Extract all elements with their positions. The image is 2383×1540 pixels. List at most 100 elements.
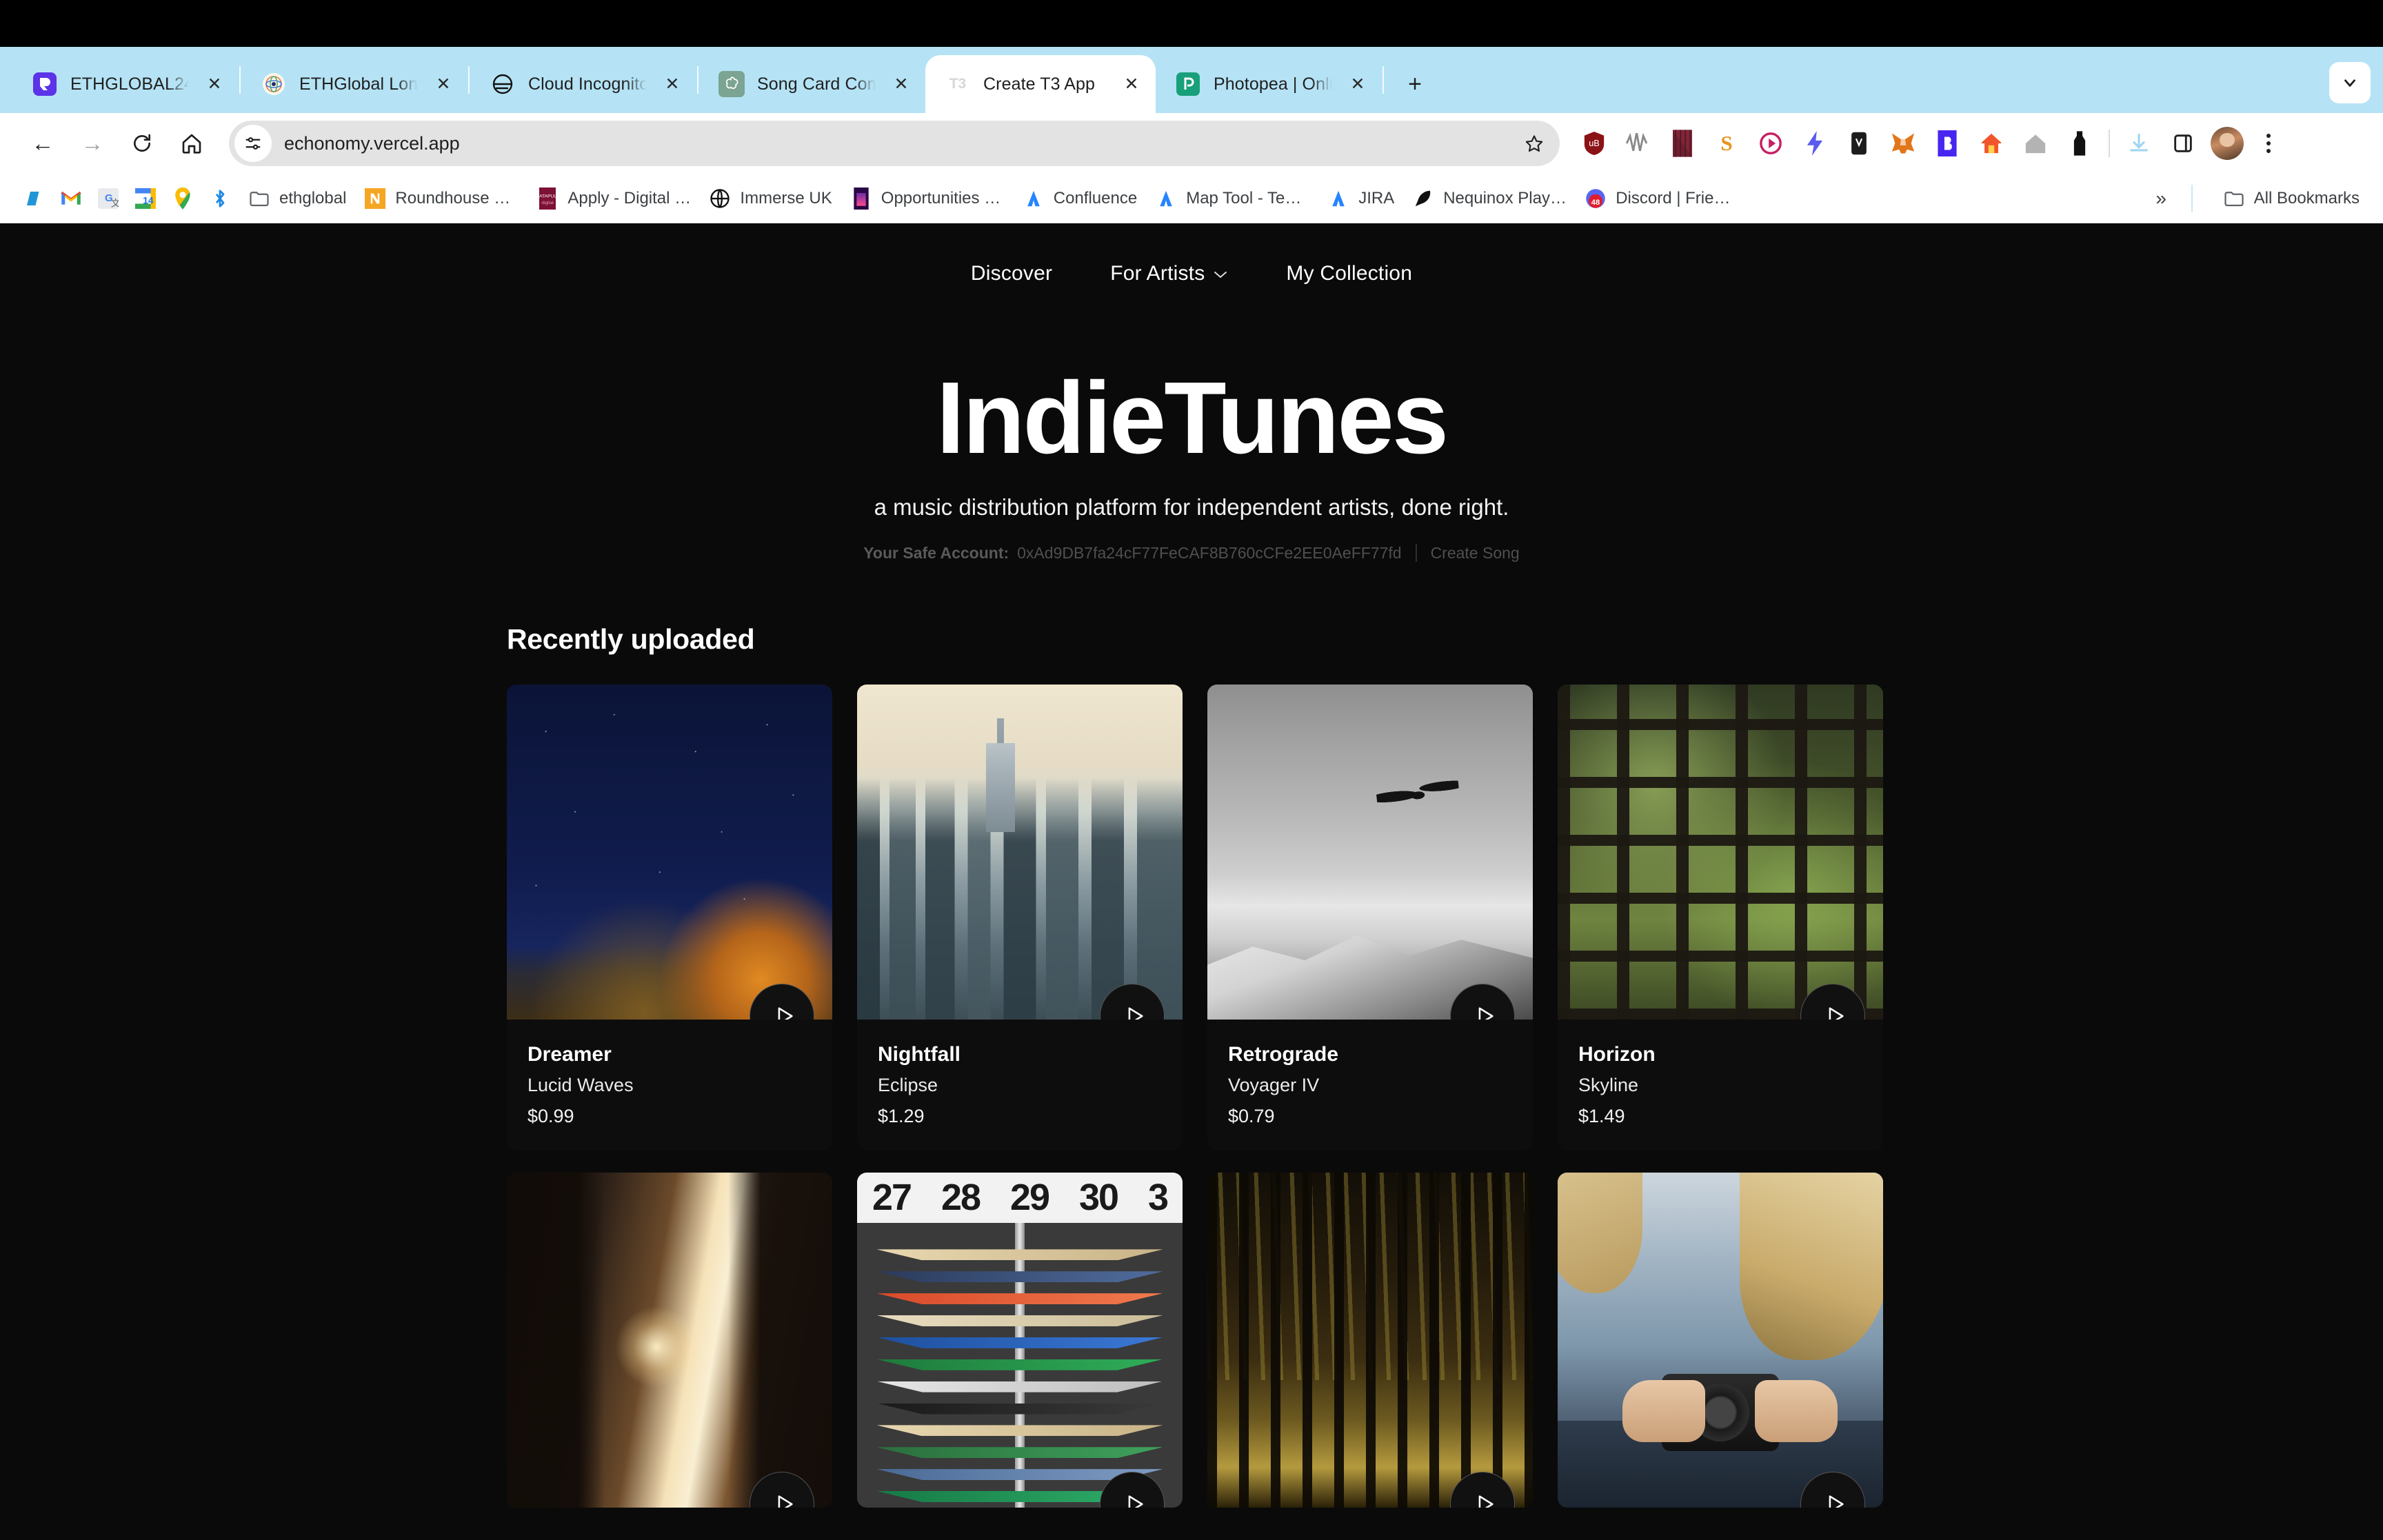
browser-tab[interactable]: ETHGLOBAL24 ✕ [12, 55, 239, 113]
bookmark-item[interactable]: Map Tool - Techni... [1145, 182, 1318, 215]
bookmark-label: Discord | Friends [1616, 188, 1740, 207]
song-artist: Eclipse [878, 1074, 938, 1095]
song-card[interactable]: Horizon Skyline $1.49 [1558, 684, 1883, 1151]
nav-my-collection[interactable]: My Collection [1257, 262, 1441, 285]
browser-tab[interactable]: Photopea | Online Photo Edito ✕ [1156, 55, 1382, 113]
three-dots-icon[interactable] [2249, 121, 2288, 165]
vault-icon[interactable] [1837, 121, 1881, 165]
house-grey-icon[interactable] [2013, 121, 2058, 165]
maps-pin-icon [170, 186, 195, 211]
s-icon[interactable]: S [1705, 121, 1749, 165]
artwork-forest [1207, 1172, 1533, 1508]
svg-text:文: 文 [111, 198, 119, 208]
all-bookmarks-button[interactable]: All Bookmarks [2213, 182, 2368, 215]
bookmark-item[interactable]: 48 Discord | Friends [1575, 182, 1747, 215]
bluetooth-icon [208, 186, 232, 211]
extensions-tray: uB S [1572, 121, 2288, 165]
toolbar-divider [2109, 130, 2110, 157]
bookmark-item[interactable] [15, 182, 52, 215]
bookmark-item[interactable]: Immerse UK [699, 182, 840, 215]
svg-text:uB: uB [1589, 138, 1600, 148]
tab-title: ETHGlobal London [299, 74, 418, 94]
close-icon[interactable]: ✕ [1345, 71, 1371, 97]
bookmark-item[interactable]: CATAPULT digital Apply - Digital Cat... [527, 182, 699, 215]
house-color-icon[interactable] [1969, 121, 2013, 165]
browser-toolbar: ← → echonomy.vercel.app uB S [0, 113, 2383, 174]
song-artist: Lucid Waves [527, 1074, 634, 1095]
bookmark-label: Immerse UK [740, 188, 832, 207]
new-tab-button[interactable]: + [1396, 65, 1434, 103]
close-icon[interactable]: ✕ [659, 71, 685, 97]
ublock-icon[interactable]: uB [1572, 121, 1616, 165]
download-icon[interactable] [2117, 121, 2161, 165]
nav-for-artists[interactable]: For Artists [1081, 262, 1257, 285]
curtain-icon[interactable] [1660, 121, 1705, 165]
bookmark-label: Opportunities - In... [881, 188, 1005, 207]
bookmark-item[interactable]: Opportunities - In... [841, 182, 1013, 215]
address-bar[interactable]: echonomy.vercel.app [229, 121, 1560, 166]
artwork-clothes-hangers: 27 28 29 30 3 [857, 1172, 1183, 1508]
song-title: Horizon [1578, 1042, 1656, 1066]
bookmarks-overflow-button[interactable]: » [2146, 183, 2176, 214]
home-icon[interactable] [167, 119, 217, 168]
chevron-down-icon[interactable] [2329, 62, 2371, 103]
folder-icon [2222, 186, 2246, 211]
wave-icon[interactable] [1616, 121, 1660, 165]
bookmark-item[interactable]: Roundhouse Works [354, 182, 527, 215]
reload-button[interactable] [117, 119, 167, 168]
song-title: Dreamer [527, 1042, 612, 1066]
svg-text:CATAPULT: CATAPULT [539, 194, 556, 199]
song-artist: Voyager IV [1228, 1074, 1320, 1095]
forward-button[interactable]: → [68, 119, 117, 168]
artwork-number: 30 [1078, 1177, 1119, 1219]
song-card[interactable]: Nightfall Eclipse $1.29 [857, 684, 1183, 1151]
close-icon[interactable]: ✕ [888, 71, 914, 97]
nav-discover[interactable]: Discover [942, 262, 1081, 285]
bookmark-item[interactable]: Nequinox Playtest... [1402, 182, 1575, 215]
browser-tab-active[interactable]: T3 Create T3 App ✕ [925, 55, 1156, 113]
avatar[interactable] [2211, 127, 2244, 160]
song-artwork [1558, 1172, 1883, 1508]
song-card[interactable] [1207, 1172, 1533, 1508]
browser-tab[interactable]: Cloud Incognito Actions | Wor ✕ [470, 55, 696, 113]
create-song-link[interactable]: Create Song [1431, 544, 1520, 563]
bookmark-label: Roundhouse Works [395, 188, 519, 207]
close-icon[interactable]: ✕ [430, 71, 456, 97]
back-button[interactable]: ← [18, 119, 68, 168]
bolt-icon[interactable] [1793, 121, 1837, 165]
close-icon[interactable]: ✕ [1118, 71, 1145, 97]
song-title: Nightfall [878, 1042, 961, 1066]
all-bookmarks-label: All Bookmarks [2253, 188, 2360, 207]
bookmark-item[interactable]: JIRA [1318, 182, 1402, 215]
song-card[interactable] [1558, 1172, 1883, 1508]
bottle-icon[interactable] [2058, 121, 2102, 165]
tab-title: Cloud Incognito Actions | Wor [528, 74, 647, 94]
side-panel-icon[interactable] [2161, 121, 2205, 165]
close-icon[interactable]: ✕ [201, 71, 228, 97]
bookmark-item[interactable] [201, 182, 239, 215]
song-card[interactable]: Retrograde Voyager IV $0.79 [1207, 684, 1533, 1151]
metamask-icon[interactable] [1881, 121, 1925, 165]
bookmark-item[interactable]: 14 [127, 182, 164, 215]
nav-my-collection-label: My Collection [1286, 262, 1413, 285]
bookmark-item[interactable] [164, 182, 201, 215]
artwork-numbers: 27 28 29 30 3 [857, 1173, 1183, 1223]
blue-b-icon[interactable] [1925, 121, 1969, 165]
nav-discover-label: Discover [970, 262, 1053, 285]
song-card[interactable]: 27 28 29 30 3 [857, 1172, 1183, 1508]
song-card[interactable] [507, 1172, 832, 1508]
bookmark-label: JIRA [1358, 188, 1395, 207]
star-icon[interactable] [1517, 126, 1551, 161]
bookmark-item[interactable]: ethglobal [239, 182, 354, 215]
bookmark-item[interactable]: G文 [90, 182, 127, 215]
bookmark-item[interactable]: Confluence [1013, 182, 1145, 215]
confluence-icon [1154, 186, 1178, 211]
artwork-window-trees [1558, 684, 1883, 1020]
browser-tab[interactable]: ETHGlobal London ✕ [241, 55, 467, 113]
tab-title: Photopea | Online Photo Edito [1214, 74, 1332, 94]
bookmark-item[interactable] [52, 182, 90, 215]
song-card[interactable]: Dreamer Lucid Waves $0.99 [507, 684, 832, 1151]
record-icon[interactable] [1749, 121, 1793, 165]
tune-icon[interactable] [234, 125, 272, 162]
browser-tab[interactable]: Song Card Component Creati ✕ [699, 55, 925, 113]
